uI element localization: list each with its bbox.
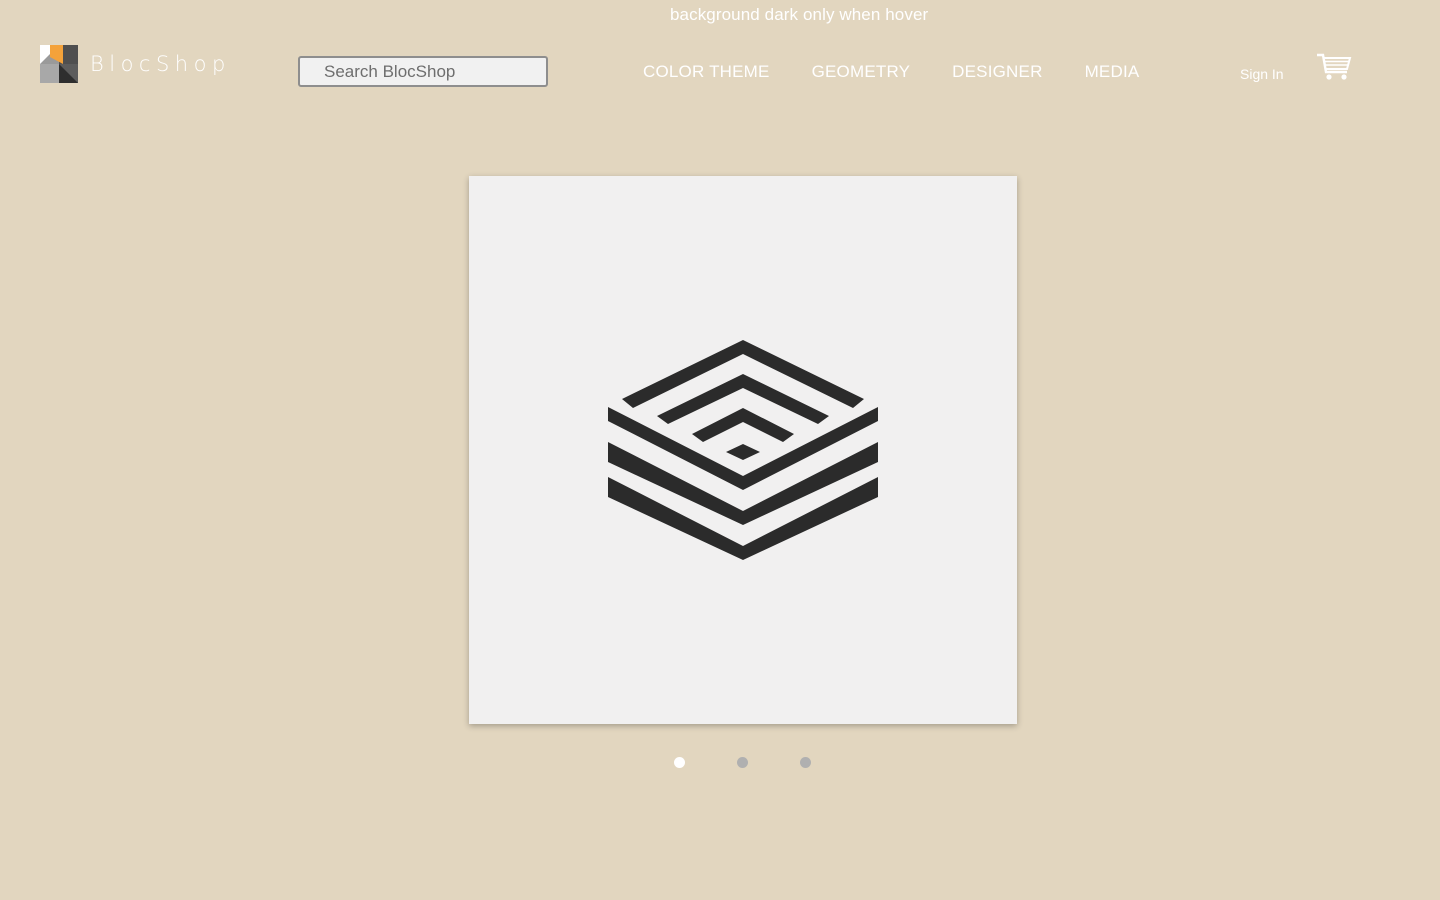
shopping-cart-icon[interactable] (1316, 52, 1352, 82)
brand-name: BlocShop (90, 52, 231, 76)
nav-media[interactable]: MEDIA (1085, 62, 1140, 82)
carousel-dot-1[interactable] (674, 757, 685, 768)
main-nav: COLOR THEME GEOMETRY DESIGNER MEDIA (643, 62, 1181, 82)
sign-in-link[interactable]: Sign In (1240, 66, 1284, 82)
search-input[interactable] (298, 56, 548, 87)
carousel-dots (674, 757, 863, 768)
nav-color-theme[interactable]: COLOR THEME (643, 62, 770, 82)
nav-geometry[interactable]: GEOMETRY (812, 62, 911, 82)
isometric-layered-cube-logo (608, 340, 878, 560)
nav-designer[interactable]: DESIGNER (952, 62, 1042, 82)
brand-logo[interactable]: BlocShop (40, 45, 231, 83)
carousel-dot-2[interactable] (737, 757, 748, 768)
blocshop-logo-icon (40, 45, 78, 83)
carousel-slide[interactable] (469, 176, 1017, 724)
carousel-dot-3[interactable] (800, 757, 811, 768)
hover-note: background dark only when hover (670, 5, 929, 24)
